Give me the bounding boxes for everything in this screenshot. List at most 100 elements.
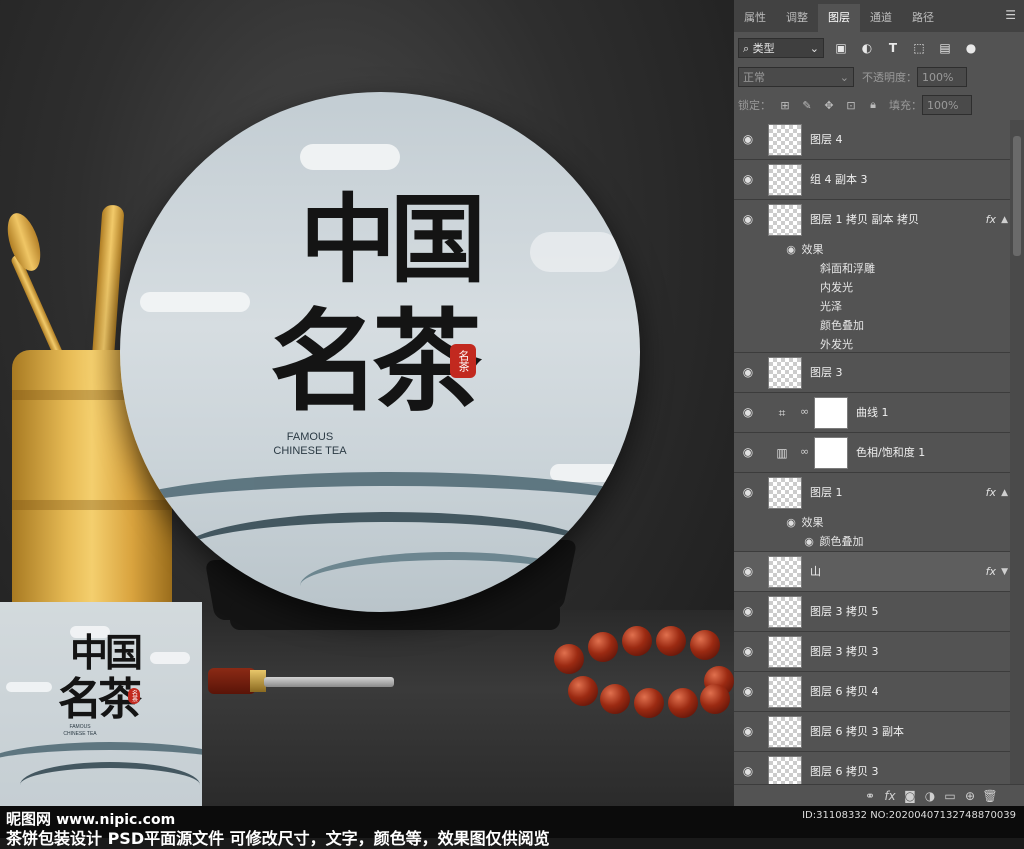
effect-item[interactable]: ◉ 颜色叠加 [784,532,1010,551]
layer-list-scrollbar[interactable] [1010,120,1024,784]
fx-icon[interactable]: fx [880,789,900,803]
fill-field[interactable]: 100% [922,95,972,115]
layer-row[interactable]: ◉ 图层 6 拷贝 4 [734,672,1010,712]
fx-badge[interactable]: fx [986,552,996,592]
fx-badge[interactable]: fx [986,200,996,240]
english-line2: CHINESE TEA [273,445,347,457]
effects-label: 效果 [801,243,824,256]
visibility-eye-icon[interactable]: ◉ [740,365,756,379]
tab-properties[interactable]: 属性 [734,4,776,32]
layer-name[interactable]: 图层 6 拷贝 3 副本 [810,712,904,752]
document-canvas[interactable]: 中国 名茶 名茶 FAMOUS CHINESE TEA 中国 名茶 名茶 FAM… [0,0,734,806]
layer-name[interactable]: 图层 6 拷贝 3 [810,752,879,784]
layer-mask[interactable] [814,437,848,469]
layer-row[interactable]: ◉ 图层 1 fx ▲ [734,473,1010,513]
layer-name[interactable]: 图层 1 [810,473,843,513]
adjustment-filter-icon[interactable]: ◐ [858,39,876,57]
tab-paths[interactable]: 路径 [902,4,944,32]
new-adjustment-icon[interactable]: ◑ [920,789,940,803]
layer-name[interactable]: 图层 3 拷贝 3 [810,632,879,672]
curves-adjustment-icon: ⌗ [778,406,786,420]
layer-name[interactable]: 山 [810,552,821,592]
layer-row[interactable]: ◉ 山 fx ▼ [734,552,1010,592]
opacity-field[interactable]: 100% [917,67,967,87]
link-chain-icon[interactable]: ∞ [800,405,809,418]
image-filter-icon[interactable]: ▣ [832,39,850,57]
chevron-up-icon[interactable]: ▲ [1001,473,1008,513]
effect-item[interactable]: 光泽 [784,297,1010,316]
effect-item-label: 颜色叠加 [819,535,864,548]
visibility-eye-icon[interactable]: ◉ [740,405,756,419]
visibility-eye-icon[interactable]: ◉ [740,132,756,146]
chevron-down-icon[interactable]: ▼ [1001,552,1008,592]
layer-row[interactable]: ◉ 图层 1 拷贝 副本 拷贝 fx ▲ [734,200,1010,240]
layer-name[interactable]: 图层 4 [810,120,843,160]
layer-row[interactable]: ◉ 图层 6 拷贝 3 [734,752,1010,784]
layer-name[interactable]: 组 4 副本 3 [810,160,868,200]
hue-saturation-adjustment-icon: ▥ [776,446,788,460]
layer-name[interactable]: 图层 3 [810,353,843,393]
bamboo-spoon [1,209,47,275]
layer-row[interactable]: ◉ 图层 3 [734,353,1010,393]
lock-artboard-icon[interactable]: ⊡ [843,99,859,112]
visibility-eye-icon[interactable]: ◉ [740,564,756,578]
new-layer-icon[interactable]: ⊕ [960,789,980,803]
lock-image-icon[interactable]: ✎ [799,99,815,112]
effects-header[interactable]: ◉ 效果 [784,513,1010,532]
layer-name[interactable]: 色相/饱和度 1 [856,433,925,473]
lock-all-icon[interactable]: 🔒︎ [865,98,881,112]
tab-channels[interactable]: 通道 [860,4,902,32]
delete-layer-icon[interactable]: 🗑︎ [980,789,1000,803]
chevron-up-icon[interactable]: ▲ [1001,200,1008,240]
new-group-icon[interactable]: ▭ [940,789,960,803]
blend-mode-select[interactable]: 正常 ⌄ [738,67,854,87]
link-chain-icon[interactable]: ∞ [800,445,809,458]
visibility-eye-icon[interactable]: ◉ [740,684,756,698]
toggle-filter-icon[interactable]: ● [962,39,980,57]
layer-name[interactable]: 曲线 1 [856,393,889,433]
fx-badge[interactable]: fx [986,473,996,513]
visibility-eye-icon[interactable]: ◉ [740,724,756,738]
add-mask-icon[interactable]: ◙ [900,789,920,803]
layer-row[interactable]: ◉ 图层 6 拷贝 3 副本 [734,712,1010,752]
tab-layers[interactable]: 图层 [818,4,860,32]
visibility-eye-icon[interactable]: ◉ [740,485,756,499]
layer-name[interactable]: 图层 3 拷贝 5 [810,592,879,632]
layer-row[interactable]: ◉ ⌗ ∞ 曲线 1 [734,393,1010,433]
link-layers-icon[interactable]: ⚭ [860,789,880,803]
lock-pixels-icon[interactable]: ⊞ [777,99,793,112]
visibility-eye-icon[interactable]: ◉ [740,604,756,618]
layer-name[interactable]: 图层 6 拷贝 4 [810,672,879,712]
effects-header[interactable]: ◉ 效果 [784,240,1010,259]
effect-item[interactable]: 颜色叠加 [784,316,1010,335]
layer-row[interactable]: ◉ 图层 3 拷贝 3 [734,632,1010,672]
layer-name[interactable]: 图层 1 拷贝 副本 拷贝 [810,200,919,240]
shape-filter-icon[interactable]: ⬚ [910,39,928,57]
layer-row[interactable]: ◉ ▥ ∞ 色相/饱和度 1 [734,433,1010,473]
effect-item[interactable]: 外发光 [784,335,1010,354]
layer-mask[interactable] [814,397,848,429]
visibility-eye-icon[interactable]: ◉ [740,764,756,778]
effect-item[interactable]: 斜面和浮雕 [784,259,1010,278]
lock-position-icon[interactable]: ✥ [821,99,837,112]
visibility-eye-icon[interactable]: ◉ [740,172,756,186]
type-filter-icon[interactable]: T [884,39,902,57]
tab-adjustments[interactable]: 调整 [776,4,818,32]
effect-eye-icon[interactable]: ◉ [784,513,798,532]
filter-kind-value: 类型 [752,42,775,55]
visibility-eye-icon[interactable]: ◉ [740,644,756,658]
thumb-english-line1: FAMOUS [69,724,91,730]
panel-menu-icon[interactable]: ☰ [1005,8,1016,22]
effect-item[interactable]: 内发光 [784,278,1010,297]
visibility-eye-icon[interactable]: ◉ [740,212,756,226]
smart-object-filter-icon[interactable]: ▤ [936,39,954,57]
layers-panel: 属性 调整 图层 通道 路径 ☰ ⌕ 类型 ⌄ ▣ ◐ T ⬚ ▤ ● 正常 ⌄ 不… [734,0,1024,806]
visibility-eye-icon[interactable]: ◉ [740,445,756,459]
layer-row[interactable]: ◉ 组 4 副本 3 [734,160,1010,200]
layer-row[interactable]: ◉ 图层 3 拷贝 5 [734,592,1010,632]
filter-kind-select[interactable]: ⌕ 类型 ⌄ [738,38,824,58]
scrollbar-thumb[interactable] [1013,136,1021,256]
layer-row[interactable]: ◉ 图层 4 [734,120,1010,160]
effect-eye-icon[interactable]: ◉ [802,532,816,551]
effect-eye-icon[interactable]: ◉ [784,240,798,259]
